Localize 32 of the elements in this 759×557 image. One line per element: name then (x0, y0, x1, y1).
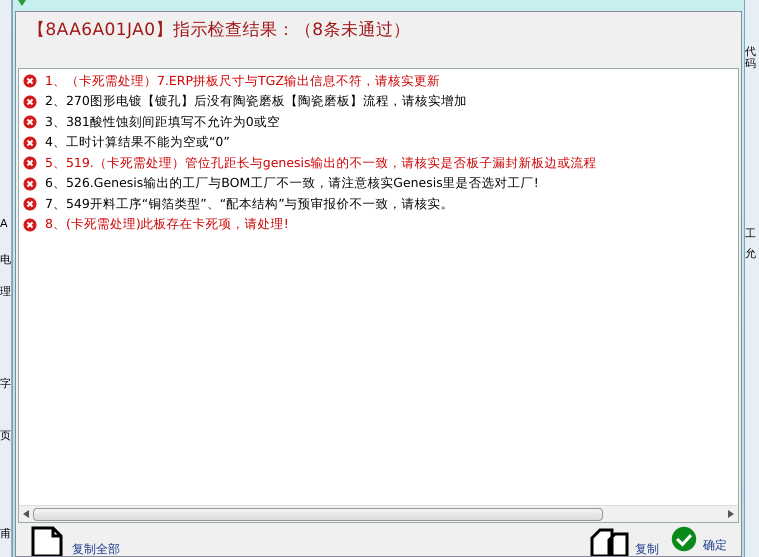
result-item[interactable]: 8、(卡死需处理)此板存在卡死项，请处理! (45, 215, 289, 234)
error-icon (23, 74, 37, 88)
copy-button[interactable]: 复制全部 (30, 526, 120, 556)
result-item[interactable]: 7、549开料工序“铜箔类型”、“配本结构”与预审报价不一致，请核实。 (45, 194, 454, 214)
error-icon (23, 218, 37, 232)
result-item[interactable]: 5、519.（卡死需处理）管位孔距长与genesis输出的不一致，请核实是否板子漏封新板边或流程 (45, 154, 597, 173)
background-text: 字 (0, 378, 11, 390)
error-icon (23, 94, 37, 109)
background-text: 页 (0, 430, 11, 442)
result-item[interactable]: 4、工时计算结果不能为空或“0” (45, 133, 230, 152)
error-icon (23, 136, 37, 150)
ok-button[interactable]: 确定 (671, 526, 727, 552)
background-text: 代码 (745, 46, 754, 70)
result-item[interactable]: 6、526.Genesis输出的工厂与BOM工厂不一致，请注意核实Genesis里是否选对工厂! (45, 174, 539, 194)
error-icon (23, 176, 37, 191)
result-item[interactable]: 1、（卡死需处理）7.ERP拼板尺寸与TGZ输出信息不符，请核实更新 (45, 72, 440, 91)
background-text: 甫 (0, 528, 11, 540)
copy-icon (589, 526, 629, 556)
copy-button[interactable]: 复制 (589, 526, 659, 556)
error-icon (23, 156, 37, 170)
background-text: 工 (745, 228, 757, 240)
background-text: 理 (0, 286, 11, 298)
check-icon (671, 526, 697, 552)
app-icon (17, 0, 27, 6)
error-icon (23, 115, 37, 130)
background-text: 电 (0, 254, 11, 266)
error-icon (23, 197, 37, 212)
result-item[interactable]: 3、381酸性蚀刻间距填写不允许为0或空 (45, 112, 280, 132)
background-text: A (0, 218, 9, 230)
result-item[interactable]: 2、270图形电镀【镀孔】后没有陶瓷磨板【陶瓷磨板】流程，请核实增加 (45, 92, 467, 112)
background-text: 允 (745, 248, 757, 260)
dialog-heading: 【8AA6A01JA0】指示检查结果：（8条未通过） (28, 20, 411, 40)
